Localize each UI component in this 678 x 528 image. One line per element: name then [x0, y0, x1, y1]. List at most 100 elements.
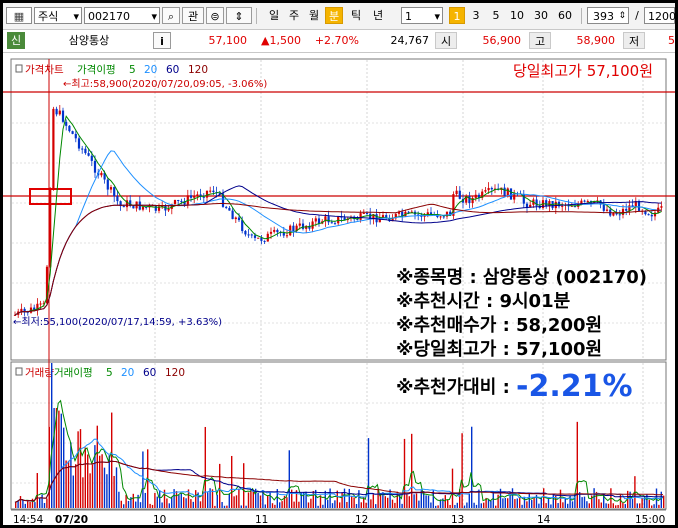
candle-body: [605, 209, 609, 211]
volume-bar: [207, 492, 209, 508]
candle-body: [455, 190, 458, 195]
volume-bar: [583, 496, 586, 508]
volume-bar: [219, 463, 221, 508]
open-label: 시: [435, 32, 457, 49]
volume-bar: [526, 501, 528, 508]
minute-1-button[interactable]: 1: [449, 7, 465, 24]
minute-5-button[interactable]: 5: [489, 7, 503, 24]
candle-body: [625, 208, 628, 211]
candle-body: [58, 110, 61, 115]
candle-body: [20, 308, 23, 312]
period-day-button[interactable]: 일: [265, 7, 283, 24]
minute-3-button[interactable]: 3: [469, 7, 483, 24]
volume-bar: [466, 502, 468, 508]
total-input[interactable]: 1200: [644, 7, 675, 24]
x-tick-label: 10: [153, 514, 166, 525]
volume-bar: [271, 503, 274, 508]
volume-bar: [185, 498, 187, 508]
candle-body: [503, 187, 506, 196]
volume-bar: [567, 503, 569, 508]
volume-bar: [540, 497, 542, 508]
legend-item: 거래이평: [54, 367, 93, 379]
volume-bar: [70, 442, 72, 508]
volume-bar: [451, 468, 454, 508]
volume-bar: [475, 504, 478, 508]
candle-body: [276, 229, 279, 233]
volume-bar: [87, 454, 89, 508]
volume-bar: [190, 499, 192, 508]
volume-bar: [317, 505, 319, 508]
candle-body: [39, 303, 42, 305]
volume-bar: [550, 504, 552, 508]
volume-bar: [226, 505, 228, 508]
volume-bar: [612, 503, 614, 508]
candle-body: [177, 200, 180, 202]
collapse-icon[interactable]: [15, 367, 23, 376]
volume-bar: [36, 473, 38, 508]
period-minute-button[interactable]: 분: [325, 7, 343, 24]
volume-bar: [84, 447, 86, 508]
minute-10-button[interactable]: 10: [507, 7, 527, 24]
volume-bar: [367, 438, 370, 508]
candle-body: [237, 217, 241, 221]
volume-bar: [401, 503, 403, 508]
volume-bar: [144, 492, 146, 508]
collapse-icon[interactable]: [15, 64, 23, 73]
volume-bar: [360, 502, 362, 508]
spin-updown-icon[interactable]: ⇕: [226, 7, 252, 24]
candle-body: [122, 206, 125, 208]
gwan-button[interactable]: 관: [182, 7, 204, 24]
volume-bar: [132, 493, 134, 508]
volume-bar: [108, 455, 110, 508]
candle-body: [487, 187, 490, 191]
candle-body: [87, 153, 90, 156]
info-button[interactable]: i: [153, 32, 171, 49]
period-tick-button[interactable]: 틱: [347, 7, 365, 24]
candle-body: [365, 212, 369, 214]
legend-item: 60: [143, 367, 156, 379]
volume-bar: [519, 496, 521, 508]
period-week-button[interactable]: 주: [285, 7, 303, 24]
volume-bar: [178, 495, 180, 508]
interval-select[interactable]: 1 ▾: [401, 7, 443, 24]
volume-bar: [106, 474, 108, 508]
volume-bar: [243, 463, 245, 508]
search-icon[interactable]: ⌕: [162, 7, 180, 24]
volume-bar: [454, 504, 456, 508]
chart-area[interactable]: 가격차트 가격이평 5 20 60 120 거래량 거래이평 5 20 60 120 당일최고가 5…: [3, 53, 675, 525]
code-input[interactable]: 002170 ▾: [84, 7, 160, 24]
link-icon[interactable]: ⊜: [206, 7, 224, 24]
candle-body: [263, 240, 266, 242]
minute-30-button[interactable]: 30: [531, 7, 551, 24]
volume-bar: [156, 496, 158, 508]
count-stepper[interactable]: 393 ⇕: [587, 7, 629, 24]
volume-bar: [135, 501, 137, 508]
market-select[interactable]: 주식 ▾: [34, 7, 82, 24]
volume-bar: [331, 503, 334, 508]
volume-bar: [324, 490, 326, 508]
candle-body: [429, 212, 433, 215]
volume-bar: [483, 502, 485, 508]
minute-60-button[interactable]: 60: [555, 7, 575, 24]
period-year-button[interactable]: 년: [367, 7, 389, 24]
volume-bar: [221, 502, 223, 508]
volume-bar: [531, 500, 533, 508]
volume-bar: [99, 455, 101, 508]
volume-bar: [406, 494, 408, 508]
open-price: 56,900: [482, 34, 522, 47]
volume-bar: [353, 497, 355, 508]
price-change: ▲1,500: [261, 34, 301, 47]
volume-bar: [127, 500, 130, 508]
volume-bar: [19, 496, 22, 508]
volume-bar: [391, 499, 394, 508]
volume-bar: [557, 503, 559, 508]
candle-body: [471, 197, 474, 204]
volume-bar: [235, 495, 238, 508]
volume-bar: [199, 501, 202, 508]
candle-body: [244, 231, 247, 235]
period-month-button[interactable]: 월: [305, 7, 323, 24]
volume-bar: [125, 494, 127, 508]
grid-icon[interactable]: ▦: [6, 7, 32, 24]
volume-bar: [403, 438, 406, 508]
volume-bar: [571, 501, 574, 508]
